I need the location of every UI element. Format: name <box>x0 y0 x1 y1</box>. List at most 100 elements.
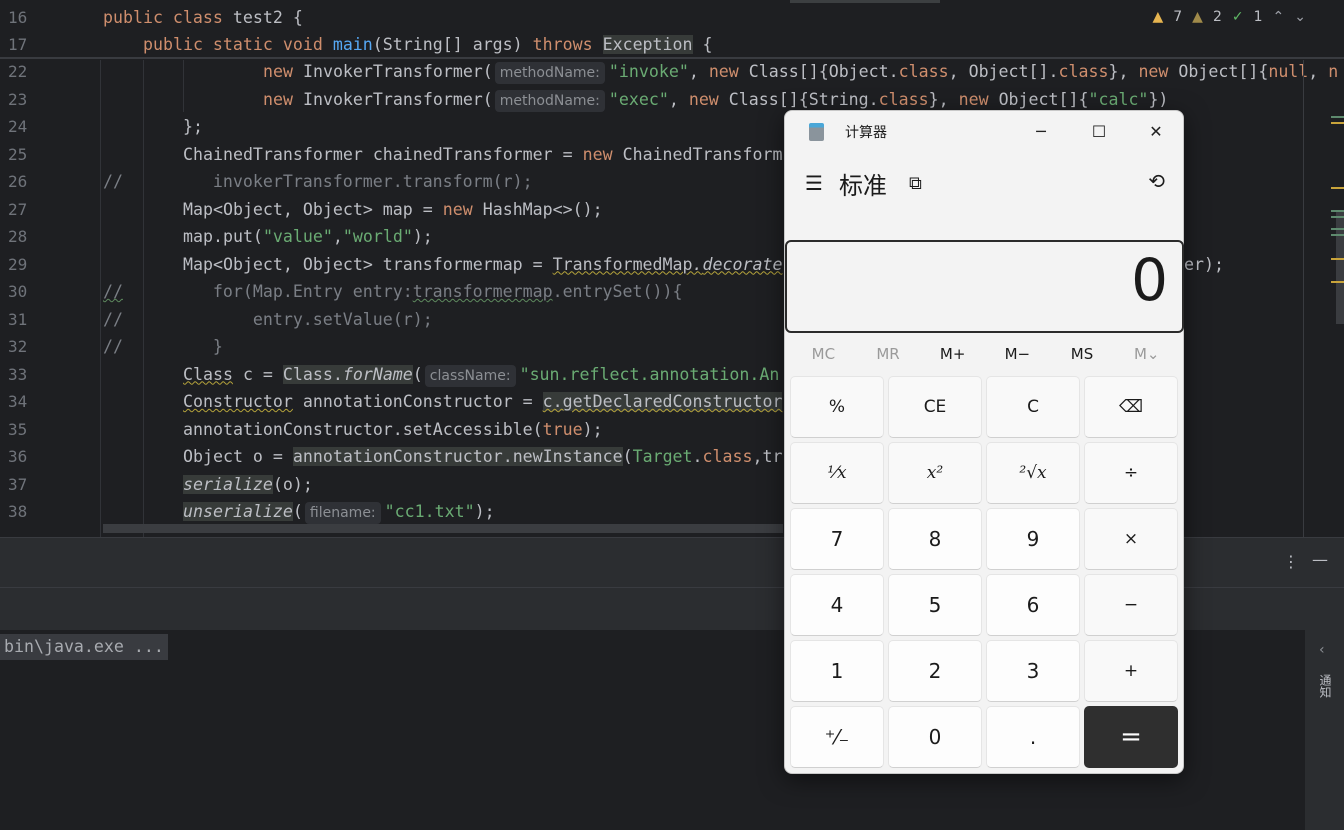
line-number: 34 <box>8 392 28 411</box>
memory-button[interactable]: M+ <box>920 339 985 369</box>
close-button[interactable]: ✕ <box>1136 117 1176 147</box>
key-subtract-button[interactable]: − <box>1084 574 1178 636</box>
code-token: throws <box>532 35 603 54</box>
code-token: "exec" <box>608 89 669 109</box>
console-command-line[interactable]: bin\java.exe ... <box>0 634 168 660</box>
key-multiply-button[interactable]: × <box>1084 508 1178 570</box>
chevron-left-icon[interactable]: ‹ <box>1319 642 1325 658</box>
memory-button[interactable]: MR <box>856 339 921 369</box>
key-clear-button[interactable]: C <box>986 376 1080 438</box>
right-tool-strip: ‹ 通知 <box>1305 630 1344 830</box>
code-token: }; <box>183 117 203 136</box>
key-reciprocal-button[interactable]: ¹⁄x <box>790 442 884 504</box>
key-negate-button[interactable]: ⁺⁄₋ <box>790 706 884 768</box>
key-clear-entry-button[interactable]: CE <box>888 376 982 438</box>
key-percent-button[interactable]: % <box>790 376 884 438</box>
keep-on-top-icon[interactable]: ⧉ <box>909 173 922 194</box>
keypad: % CE C ⌫ ¹⁄x x² ²√x ÷ 7 8 9 × 4 5 6− 1 2 3 + ⁺⁄₋ 0. = <box>790 376 1180 768</box>
code-line[interactable]: 22 new InvokerTransformer(methodName: "inv… <box>0 58 1338 85</box>
code-text: public static void main(String[] args) t… <box>143 31 713 58</box>
key-8-button[interactable]: 8 <box>888 508 982 570</box>
calculator-window[interactable]: 计算器 ─ ☐ ✕ ☰ 标准 ⧉ ⟲ 0 MC MR M+ M− MS M⌄ % CE C ⌫ ¹… <box>784 110 1184 774</box>
display-value: 0 <box>1131 246 1168 314</box>
key-square-button[interactable]: x² <box>888 442 982 504</box>
previous-highlight-icon[interactable]: ⌃ <box>1273 9 1285 25</box>
key-decimal-button[interactable]: . <box>986 706 1080 768</box>
line-number: 17 <box>8 35 28 54</box>
key-0-button[interactable]: 0 <box>888 706 982 768</box>
next-highlight-icon[interactable]: ⌄ <box>1294 9 1306 25</box>
code-token: Target <box>632 447 693 466</box>
key-backspace-button[interactable]: ⌫ <box>1084 376 1178 438</box>
line-number: 31 <box>8 309 28 329</box>
parameter-hint: filename: <box>304 502 381 524</box>
memory-button[interactable]: MC <box>791 339 856 369</box>
code-token: Map<Object, Object> transformermap = <box>183 254 553 274</box>
key-square-root-button[interactable]: ²√x <box>986 442 1080 504</box>
key-5-button[interactable]: 5 <box>888 574 982 636</box>
key-6-button[interactable]: 6 <box>986 574 1080 636</box>
code-token: new <box>263 62 303 81</box>
menu-icon[interactable]: ☰ <box>805 171 823 195</box>
warning-count: 7 <box>1173 9 1183 25</box>
window-title: 计算器 <box>845 125 887 141</box>
code-token: (String[] args) <box>372 35 533 54</box>
calculator-titlebar[interactable]: 计算器 ─ ☐ ✕ <box>785 111 1183 151</box>
code-token: (o); <box>272 474 313 494</box>
code-token: new <box>958 89 999 109</box>
line-number: 32 <box>8 337 28 356</box>
code-line[interactable]: 16 public class test2 { <box>0 4 1300 31</box>
code-token: Class <box>183 364 233 384</box>
code-token: Map<Object, Object> map = <box>183 199 443 219</box>
marker <box>1331 187 1344 189</box>
line-number: 22 <box>8 62 28 81</box>
notifications-tool-button[interactable]: 通知 <box>1317 674 1334 698</box>
line-number: 27 <box>8 199 28 219</box>
code-token: true <box>542 419 583 439</box>
memory-button[interactable]: M⌄ <box>1114 339 1179 369</box>
code-token: ( <box>622 447 633 466</box>
memory-button[interactable]: M− <box>985 339 1050 369</box>
memory-button[interactable]: MS <box>1050 339 1115 369</box>
code-token: ); <box>474 502 495 521</box>
maximize-button[interactable]: ☐ <box>1079 117 1119 147</box>
code-text: new InvokerTransformer(methodName: "exec"… <box>263 86 1168 113</box>
key-7-button[interactable]: 7 <box>790 508 884 570</box>
minimize-button[interactable]: ─ <box>1021 117 1061 147</box>
line-number: 23 <box>8 89 28 109</box>
code-line[interactable]: 23 new InvokerTransformer(methodName: "exe… <box>0 86 1300 113</box>
key-1-button[interactable]: 1 <box>790 640 884 702</box>
line-number: 16 <box>8 8 28 27</box>
key-equals-button[interactable]: = <box>1084 706 1178 768</box>
key-divide-button[interactable]: ÷ <box>1084 442 1178 504</box>
line-number: 28 <box>8 227 28 246</box>
code-token: Class[]{Object. <box>748 62 899 81</box>
minimize-panel-icon[interactable]: — <box>1312 550 1328 569</box>
code-text: public class test2 { <box>103 4 303 31</box>
editor-tab-strip <box>790 0 940 3</box>
code-token: new <box>1138 62 1179 81</box>
marker <box>1331 122 1344 124</box>
code-token: annotationConstructor.newInstance <box>292 447 623 466</box>
code-token: , <box>688 62 709 81</box>
code-token: main <box>332 35 373 54</box>
key-9-button[interactable]: 9 <box>986 508 1080 570</box>
indent-guide <box>183 60 184 112</box>
key-add-button[interactable]: + <box>1084 640 1178 702</box>
key-2-button[interactable]: 2 <box>888 640 982 702</box>
horizontal-scrollbar[interactable] <box>103 524 783 533</box>
key-4-button[interactable]: 4 <box>790 574 884 636</box>
line-number: 25 <box>8 144 28 164</box>
code-token: "invoke" <box>608 62 689 81</box>
code-token: ,tr <box>752 447 783 466</box>
more-options-icon[interactable]: ⋮ <box>1283 552 1299 571</box>
key-3-button[interactable]: 3 <box>986 640 1080 702</box>
inspection-widget[interactable]: ▲ 7 ▲ 2 ✓ 1 ⌃ ⌄ <box>1152 9 1306 25</box>
typo-check-icon: ✓ <box>1231 9 1244 25</box>
code-text: unserialize(filename: "cc1.txt"); <box>183 498 495 525</box>
line-number: 26 <box>8 172 28 191</box>
code-token: for(Map.Entry entry: <box>122 282 413 301</box>
history-icon[interactable]: ⟲ <box>1148 169 1165 193</box>
code-line[interactable]: 17 public static void main(String[] args)… <box>0 31 1300 58</box>
code-token: HashMap<>(); <box>482 199 603 219</box>
